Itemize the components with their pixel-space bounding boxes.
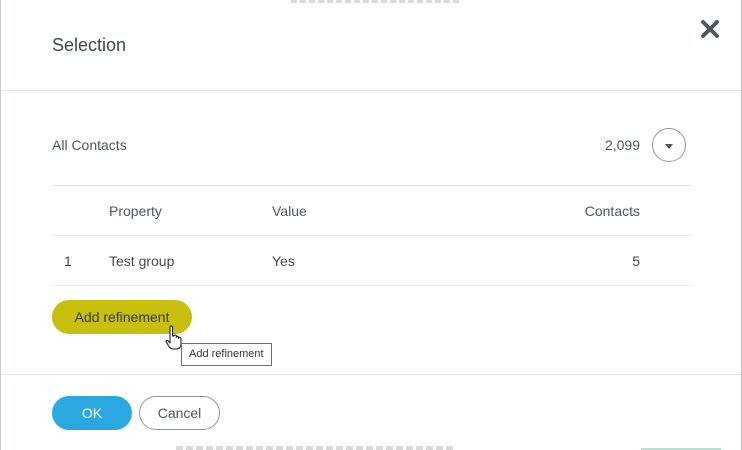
row-property: Test group xyxy=(109,253,175,269)
chevron-down-icon xyxy=(665,144,673,149)
column-header-property: Property xyxy=(109,203,162,219)
all-contacts-label: All Contacts xyxy=(52,137,127,153)
dialog-header: Selection xyxy=(1,0,741,91)
row-index: 1 xyxy=(64,253,72,269)
table-row: 1 Test group Yes 5 xyxy=(52,236,692,286)
dialog-title: Selection xyxy=(52,35,127,55)
row-contacts: 5 xyxy=(632,253,640,269)
dialog-footer: OK Cancel xyxy=(1,374,741,450)
close-icon xyxy=(701,20,719,38)
expand-dropdown-button[interactable] xyxy=(652,128,686,162)
all-contacts-row: All Contacts 2,099 xyxy=(52,128,692,162)
row-value: Yes xyxy=(272,253,295,269)
column-header-value: Value xyxy=(272,203,307,219)
column-header-contacts: Contacts xyxy=(584,203,640,219)
all-contacts-count: 2,099 xyxy=(604,137,640,153)
cancel-button[interactable]: Cancel xyxy=(139,396,220,430)
ok-button[interactable]: OK xyxy=(52,396,132,430)
refinement-table: Property Value Contacts 1 Test group Yes… xyxy=(52,185,692,286)
selection-dialog: Selection All Contacts 2,099 Property Va… xyxy=(0,0,742,450)
add-refinement-tooltip: Add refinement xyxy=(181,343,272,366)
close-button[interactable] xyxy=(697,16,723,42)
table-header-row: Property Value Contacts xyxy=(52,186,692,236)
